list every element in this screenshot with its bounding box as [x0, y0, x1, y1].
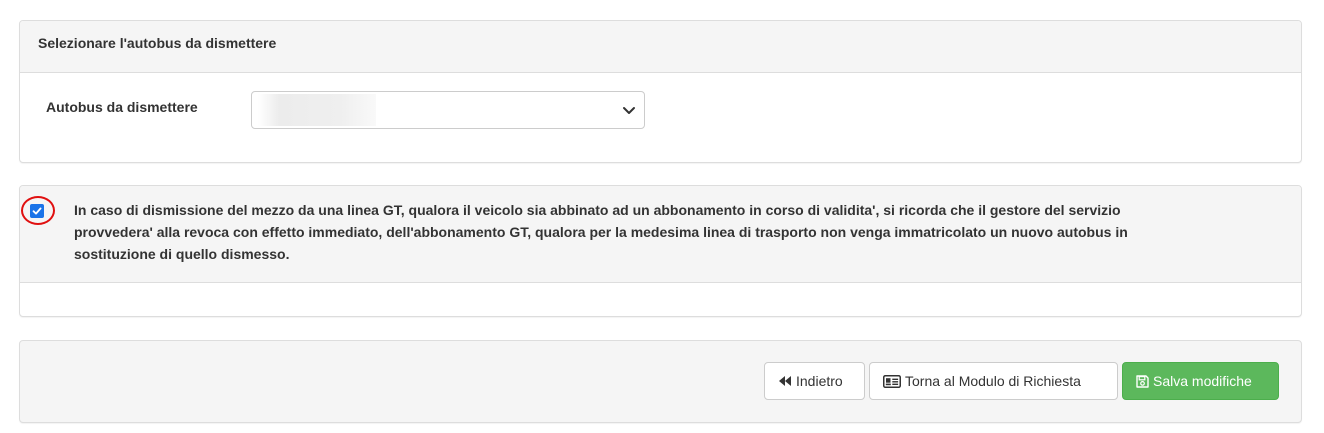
return-to-form-button[interactable]: Torna al Modulo di Richiesta [869, 362, 1118, 400]
save-button-label: Salva modifiche [1153, 373, 1252, 389]
bus-selection-panel: Selezionare l'autobus da dismettere Auto… [19, 20, 1302, 163]
id-card-icon [883, 374, 901, 388]
chevron-down-icon [623, 107, 635, 114]
notice-panel: In caso di dismissione del mezzo da una … [19, 185, 1302, 317]
backward-icon [779, 376, 791, 386]
back-button-label: Indietro [796, 373, 843, 389]
return-to-form-label: Torna al Modulo di Richiesta [905, 373, 1081, 389]
actions-panel: Indietro Torna al Modulo di Richiesta Sa… [19, 340, 1302, 423]
check-icon [32, 207, 42, 215]
panel-heading: Selezionare l'autobus da dismettere [20, 21, 1301, 73]
notice-text: In caso di dismissione del mezzo da una … [74, 202, 1128, 262]
selected-bus-value [258, 94, 376, 126]
notice-checkbox[interactable] [30, 204, 44, 218]
bus-select[interactable] [251, 91, 645, 129]
save-button[interactable]: Salva modifiche [1122, 362, 1279, 400]
back-button[interactable]: Indietro [764, 362, 865, 400]
floppy-disk-icon [1136, 374, 1149, 388]
notice-checkbox-wrapper [20, 196, 56, 226]
notice-body: In caso di dismissione del mezzo da una … [20, 186, 1301, 283]
bus-field-label: Autobus da dismettere [46, 99, 198, 115]
